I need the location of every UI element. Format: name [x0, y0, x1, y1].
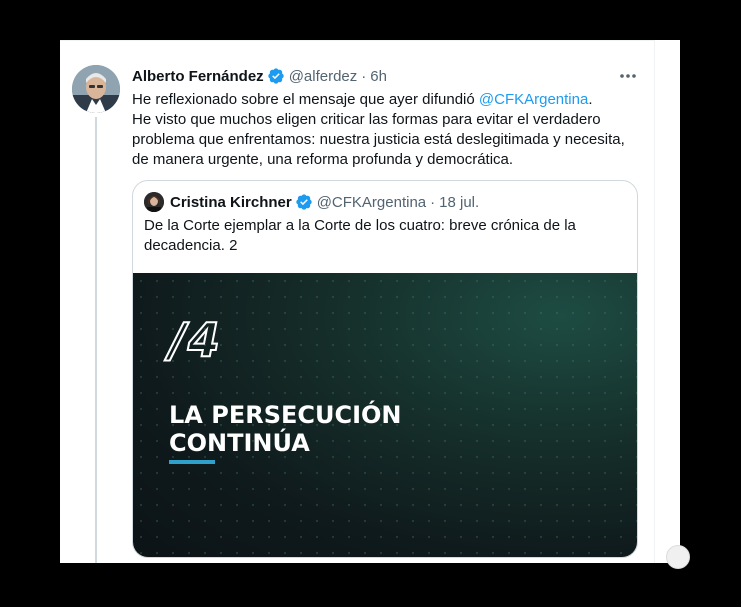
media-title: LA PERSECUCIÓN CONTINÚA: [169, 401, 402, 457]
more-options-icon[interactable]: [618, 68, 638, 84]
quoted-author-avatar: [144, 192, 164, 212]
media-underline: [169, 460, 215, 464]
panel-divider: [654, 40, 655, 563]
quoted-author-name[interactable]: Cristina Kirchner: [170, 194, 292, 211]
thread-line: [95, 117, 97, 563]
author-avatar[interactable]: [72, 65, 120, 113]
quoted-author-handle[interactable]: @CFKArgentina: [317, 194, 426, 211]
verified-badge-icon: [267, 67, 285, 85]
scroll-button[interactable]: [666, 545, 690, 569]
tweet-text: He reflexionado sobre el mensaje que aye…: [132, 90, 642, 170]
tweet-text-intro: He reflexionado sobre el mensaje que aye…: [132, 91, 479, 108]
right-panel-edge: [654, 40, 680, 563]
author-name[interactable]: Alberto Fernández: [132, 68, 264, 85]
quoted-tweet-date[interactable]: 18 jul.: [439, 194, 479, 211]
quoted-tweet-text: De la Corte ejemplar a la Corte de los c…: [144, 217, 576, 254]
quoted-tweet[interactable]: Cristina Kirchner @CFKArgentina · 18 jul…: [132, 180, 638, 558]
tweet-text-line-1: He reflexionado sobre el mensaje que aye…: [132, 90, 642, 110]
quoted-tweet-media[interactable]: /4 LA PERSECUCIÓN CONTINÚA: [133, 273, 637, 557]
media-number: /4: [168, 312, 222, 368]
tweet-text-body: He visto que muchos eligen criticar las …: [132, 111, 625, 168]
mention-link[interactable]: @CFKArgentina: [479, 91, 588, 108]
tweet-time[interactable]: 6h: [370, 68, 387, 85]
separator-dot: ·: [361, 67, 367, 85]
separator-dot: ·: [430, 193, 436, 211]
author-handle[interactable]: @alferdez: [289, 68, 358, 85]
quoted-tweet-header: Cristina Kirchner @CFKArgentina · 18 jul…: [144, 192, 479, 212]
verified-badge-icon: [295, 193, 313, 211]
tweet-header: Alberto Fernández @alferdez · 6h: [132, 66, 387, 86]
tweet-text-period: .: [588, 91, 593, 108]
tweet-card[interactable]: Alberto Fernández @alferdez · 6h He refl…: [60, 40, 654, 563]
